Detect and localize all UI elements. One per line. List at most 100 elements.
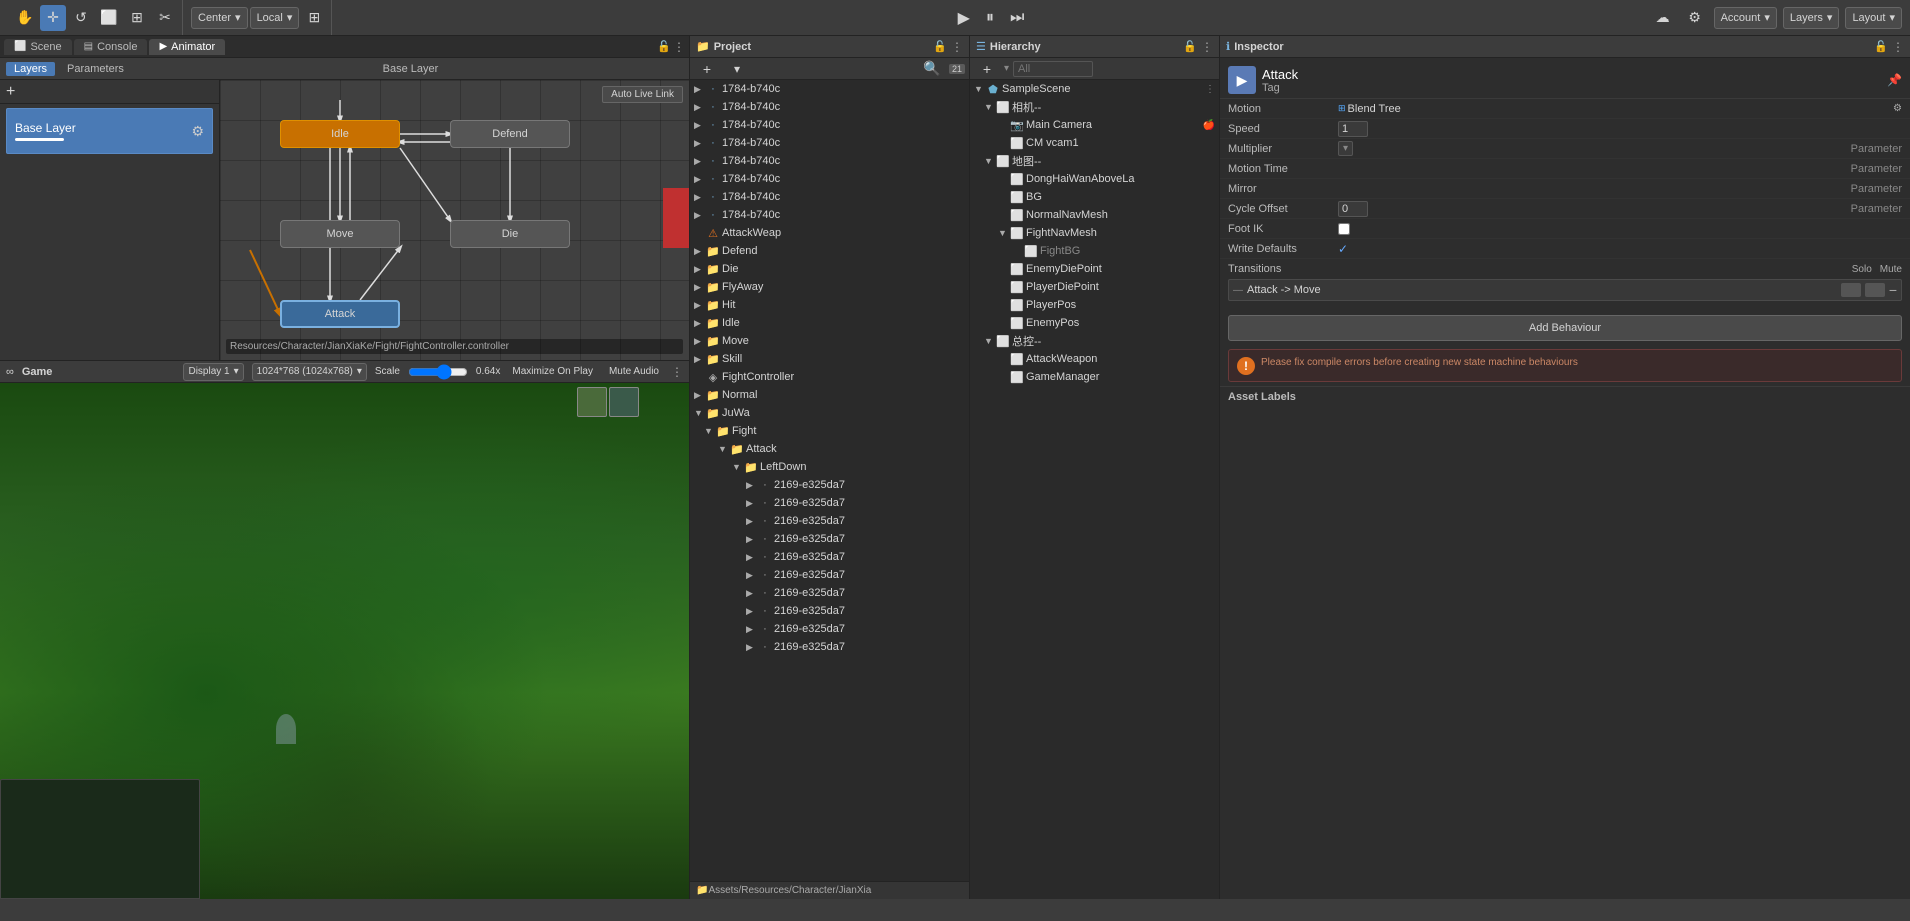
foot-ik-checkbox[interactable] <box>1338 223 1350 235</box>
list-item[interactable]: ◈ FightController <box>690 368 969 386</box>
state-move[interactable]: Move <box>280 220 400 248</box>
list-item[interactable]: ▼ ⬜ FightNavMesh <box>970 224 1219 242</box>
list-item[interactable]: ▶ · 1784-b740c <box>690 152 969 170</box>
tab-scene[interactable]: ⬜ Scene <box>4 39 72 55</box>
list-item[interactable]: ⬜ FightBG <box>970 242 1219 260</box>
list-item[interactable]: ⬜ GameManager <box>970 368 1219 386</box>
project-dots[interactable]: ⋮ <box>951 40 963 54</box>
animator-dots[interactable]: ⋮ <box>673 40 685 54</box>
motion-settings-icon[interactable]: ⚙ <box>1893 103 1902 114</box>
collab-btn[interactable]: ⚙ <box>1682 5 1708 31</box>
maximize-on-play-btn[interactable]: Maximize On Play <box>508 359 597 385</box>
pivot-dropdown[interactable]: Center ▾ <box>191 7 248 29</box>
hierarchy-add-btn[interactable]: + <box>974 56 1000 82</box>
list-item[interactable]: ▶ · 1784-b740c <box>690 188 969 206</box>
list-item[interactable]: ▶ 📁 Skill <box>690 350 969 368</box>
list-item[interactable]: ▶ · 2169-e325da7 <box>690 548 969 566</box>
list-item[interactable]: ▼ 📁 Fight <box>690 422 969 440</box>
list-item[interactable]: 📷 Main Camera 🍎 <box>970 116 1219 134</box>
state-die[interactable]: Die <box>450 220 570 248</box>
remove-transition-btn[interactable]: − <box>1889 282 1897 298</box>
hierarchy-search-input[interactable] <box>1013 61 1093 77</box>
list-item[interactable]: ▶ · 2169-e325da7 <box>690 512 969 530</box>
scale-tool[interactable]: ⬜ <box>96 5 122 31</box>
display-dropdown[interactable]: Display 1 ▾ <box>183 363 243 381</box>
list-item[interactable]: ▶ 📁 Normal <box>690 386 969 404</box>
pause-button[interactable]: ⏸ <box>980 7 1000 29</box>
list-item[interactable]: ▶ 📁 FlyAway <box>690 278 969 296</box>
add-layer-btn[interactable]: + <box>6 84 15 100</box>
list-item[interactable]: ▶ · 2169-e325da7 <box>690 584 969 602</box>
list-item[interactable]: ▶ · 2169-e325da7 <box>690 638 969 656</box>
layer-settings-icon[interactable]: ⚙ <box>191 123 204 140</box>
list-item[interactable]: ▼ 📁 Attack <box>690 440 969 458</box>
list-item[interactable]: ▶ · 2169-e325da7 <box>690 476 969 494</box>
state-attack[interactable]: Attack <box>280 300 400 328</box>
list-item[interactable]: ▶ · 1784-b740c <box>690 170 969 188</box>
list-item[interactable]: ⚠ AttackWeap <box>690 224 969 242</box>
list-item[interactable]: ▶ · 2169-e325da7 <box>690 566 969 584</box>
layers-dropdown[interactable]: Layers ▾ <box>1783 7 1840 29</box>
list-item[interactable]: ▶ · 1784-b740c <box>690 98 969 116</box>
list-item[interactable]: ⬜ CM vcam1 <box>970 134 1219 152</box>
list-item[interactable]: ▶ · 2169-e325da7 <box>690 602 969 620</box>
list-item[interactable]: ▼ 📁 LeftDown <box>690 458 969 476</box>
list-item[interactable]: ⬜ DongHaiWanAboveLa <box>970 170 1219 188</box>
list-item[interactable]: ⬜ PlayerDiePoint <box>970 278 1219 296</box>
cycle-offset-input[interactable] <box>1338 201 1368 217</box>
move-tool[interactable]: ✛ <box>40 5 66 31</box>
list-item[interactable]: ▶ · 2169-e325da7 <box>690 530 969 548</box>
hierarchy-dots[interactable]: ⋮ <box>1201 40 1213 54</box>
list-item[interactable]: ▶ · 1784-b740c <box>690 134 969 152</box>
animator-lock-icon[interactable]: 🔓 <box>657 40 671 53</box>
list-item[interactable]: ⬜ EnemyPos <box>970 314 1219 332</box>
scene-root-item[interactable]: ▼ ⬟ SampleScene ⋮ <box>970 80 1219 98</box>
list-item[interactable]: ⬜ EnemyDiePoint <box>970 260 1219 278</box>
base-layer-item[interactable]: Base Layer ⚙ <box>6 108 213 154</box>
project-search-btn[interactable]: 🔍 <box>919 56 945 82</box>
scene-menu-icon[interactable]: ⋮ <box>1205 84 1215 95</box>
mute-toggle[interactable] <box>1865 283 1885 297</box>
state-idle[interactable]: Idle <box>280 120 400 148</box>
list-item[interactable]: ▼ ⬜ 相机-- <box>970 98 1219 116</box>
project-menu-btn[interactable]: ▾ <box>724 56 750 82</box>
transition-item[interactable]: — Attack -> Move − <box>1228 279 1902 301</box>
state-defend[interactable]: Defend <box>450 120 570 148</box>
project-lock-icon[interactable]: 🔓 <box>933 40 947 53</box>
transform-all-tool[interactable]: ✂ <box>152 5 178 31</box>
anim-tab-params[interactable]: Parameters <box>59 62 132 76</box>
step-button[interactable]: ⏭ <box>1004 7 1030 29</box>
list-item[interactable]: ▶ · 2169-e325da7 <box>690 494 969 512</box>
list-item[interactable]: ⬜ NormalNavMesh <box>970 206 1219 224</box>
scale-slider[interactable] <box>408 368 468 376</box>
tab-animator[interactable]: ▶ Animator <box>149 39 225 55</box>
add-behaviour-btn[interactable]: Add Behaviour <box>1228 315 1902 341</box>
rect-tool[interactable]: ⊞ <box>124 5 150 31</box>
grid-btn[interactable]: ⊞ <box>301 5 327 31</box>
list-item[interactable]: ▶ 📁 Defend <box>690 242 969 260</box>
graph-area[interactable]: Auto Live Link <box>220 80 689 360</box>
account-dropdown[interactable]: Account ▾ <box>1714 7 1777 29</box>
list-item[interactable]: ▼ 📁 JuWa <box>690 404 969 422</box>
list-item[interactable]: ▼ ⬜ 总控-- <box>970 332 1219 350</box>
anim-tab-layers[interactable]: Layers <box>6 62 55 76</box>
mute-audio-btn[interactable]: Mute Audio <box>605 359 663 385</box>
list-item[interactable]: ▶ · 1784-b740c <box>690 116 969 134</box>
list-item[interactable]: ⬜ AttackWeapon <box>970 350 1219 368</box>
list-item[interactable]: ▶ · 1784-b740c <box>690 80 969 98</box>
list-item[interactable]: ⬜ BG <box>970 188 1219 206</box>
game-dots[interactable]: ⋮ <box>671 365 683 379</box>
multiplier-dropdown[interactable]: ▾ <box>1338 141 1353 156</box>
play-button[interactable]: ▶ <box>952 6 976 30</box>
list-item[interactable]: ▶ · 2169-e325da7 <box>690 620 969 638</box>
list-item[interactable]: ▶ · 1784-b740c <box>690 206 969 224</box>
list-item[interactable]: ⬜ PlayerPos <box>970 296 1219 314</box>
auto-live-link-btn[interactable]: Auto Live Link <box>602 86 683 103</box>
inspector-lock-icon[interactable]: 🔓 <box>1874 40 1888 53</box>
list-item[interactable]: ▼ ⬜ 地图-- <box>970 152 1219 170</box>
list-item[interactable]: ▶ 📁 Idle <box>690 314 969 332</box>
hand-tool[interactable]: ✋ <box>12 5 38 31</box>
rotate-tool[interactable]: ↺ <box>68 5 94 31</box>
speed-input[interactable] <box>1338 121 1368 137</box>
layout-dropdown[interactable]: Layout ▾ <box>1845 7 1902 29</box>
